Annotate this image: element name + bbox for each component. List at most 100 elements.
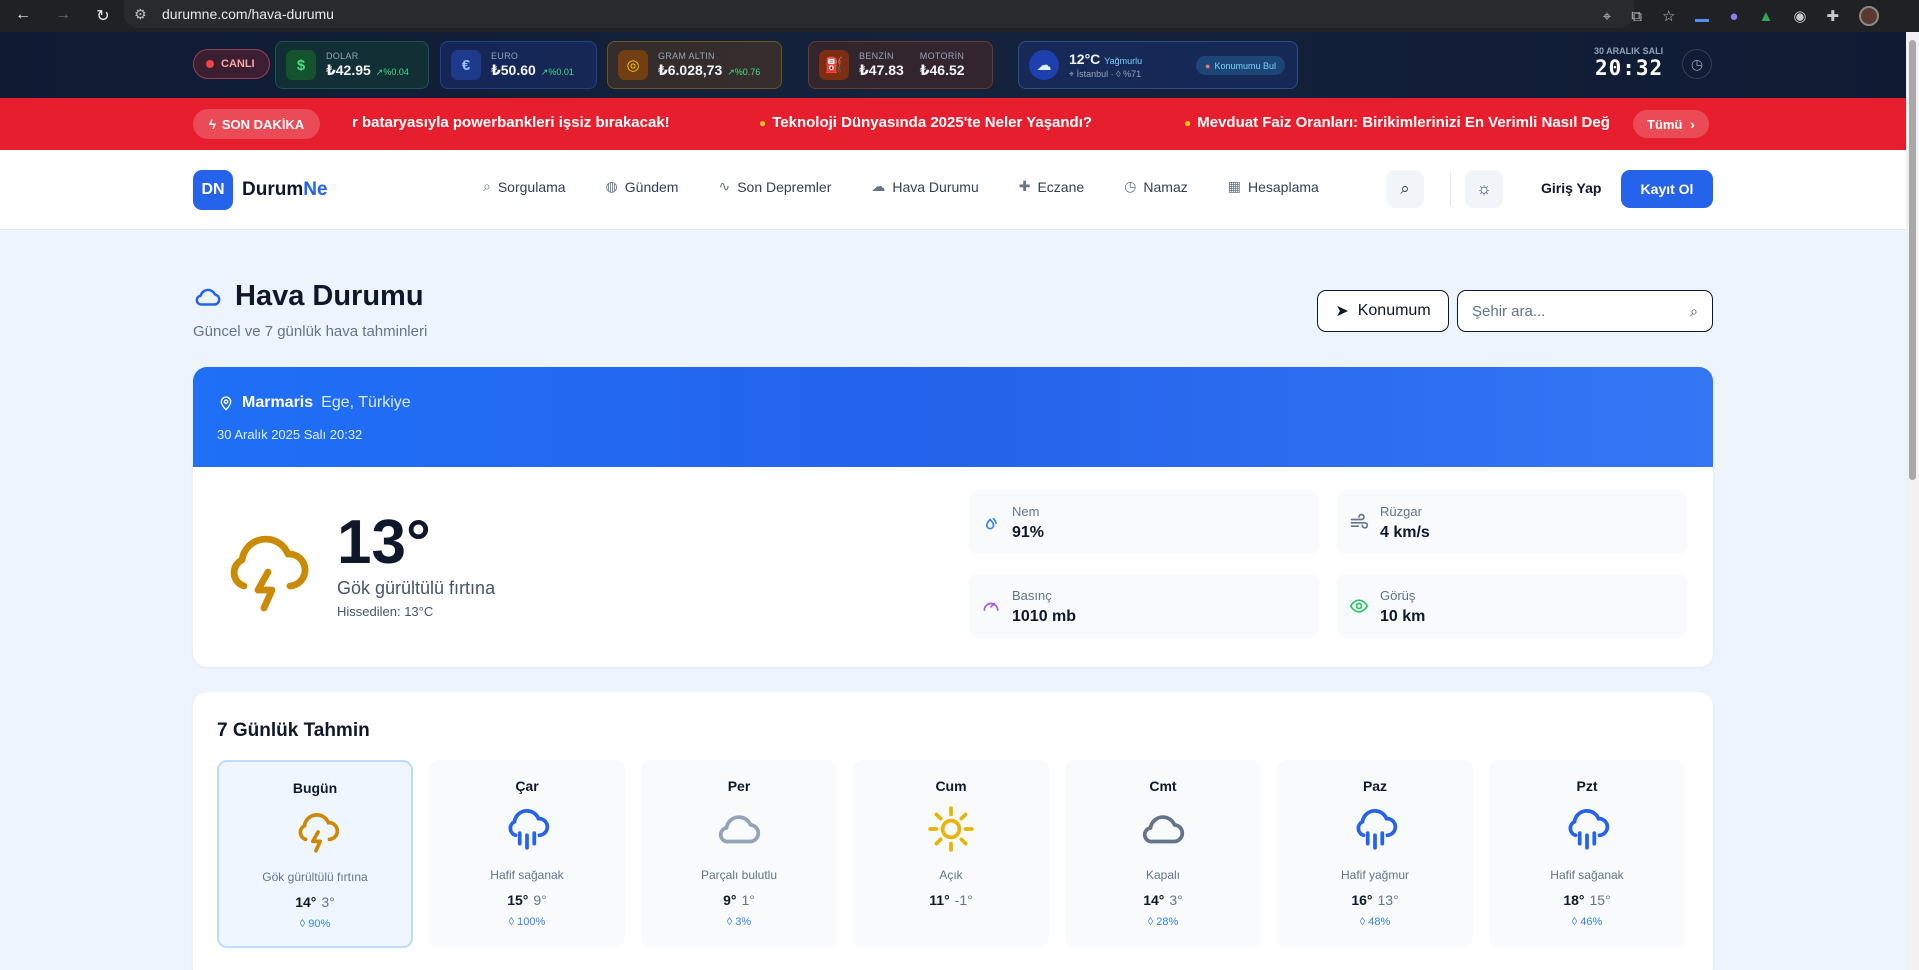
- humidity-value: 91%: [1012, 524, 1045, 541]
- wind-stat: Rüzgar 4 km/s: [1337, 490, 1687, 554]
- locate-me-button[interactable]: ● Konumumu Bul: [1196, 56, 1285, 75]
- mini-temp: 12°C: [1069, 51, 1101, 67]
- dollar-value: ₺42.95: [326, 62, 371, 78]
- forecast-day[interactable]: Çar Hafif sağanak 15° 9° ◊ 100%: [429, 760, 625, 948]
- nav-gundem[interactable]: ◍ Gündem: [606, 178, 679, 195]
- benzin-value: ₺47.83: [859, 62, 904, 78]
- breaking-all-button[interactable]: Tümü ›: [1633, 110, 1709, 138]
- current-datetime: 30 Aralık 2025 Salı 20:32: [217, 427, 363, 442]
- extension-icon[interactable]: [1695, 18, 1710, 22]
- pressure-value: 1010 mb: [1012, 608, 1077, 625]
- profile-avatar[interactable]: [1859, 6, 1879, 26]
- current-condition: Gök gürültülü fırtına: [337, 578, 496, 598]
- current-location: Marmaris Ege, Türkiye: [218, 394, 411, 412]
- scrollbar-thumb[interactable]: [1909, 40, 1916, 480]
- bookmark-star-icon[interactable]: ☆: [1662, 7, 1675, 25]
- forecast-day[interactable]: Pzt Hafif sağanak 18° 15° ◊ 46%: [1489, 760, 1685, 948]
- humidity-stat: Nem 91%: [969, 490, 1319, 554]
- city-search-input[interactable]: [1472, 302, 1691, 320]
- droplets-icon: ◊: [508, 916, 518, 928]
- nav-depremler[interactable]: ∿ Son Depremler: [718, 178, 831, 195]
- droplets-icon: ◊: [1571, 916, 1581, 928]
- cloud-icon: [718, 815, 761, 844]
- page-scrollbar[interactable]: [1906, 32, 1919, 970]
- install-icon[interactable]: ⧉: [1631, 8, 1642, 25]
- pin-icon: ⌖: [1069, 69, 1077, 80]
- nav-namaz[interactable]: ◷ Namaz: [1124, 178, 1188, 195]
- forecast-day[interactable]: Cmt Kapalı 14° 3° ◊ 28%: [1065, 760, 1261, 948]
- euro-change: ↗%0.01: [540, 67, 574, 77]
- weather-mini-card[interactable]: ☁ 12°C Yağmurlu ⌖ İstanbul · ◊ %71 ● Konu…: [1018, 41, 1298, 89]
- locate-me-label: Konumumu Bul: [1214, 60, 1276, 71]
- header-search-button[interactable]: ⌕: [1386, 170, 1424, 208]
- euro-value: ₺50.60: [491, 62, 536, 78]
- droplets-icon: ◊: [1147, 916, 1157, 928]
- site-settings-icon[interactable]: ⚙: [134, 6, 156, 23]
- market-ticker: CANLI $ DOLAR ₺42.95 ↗%0.04 € EURO ₺50.60…: [0, 32, 1906, 98]
- extensions-puzzle-icon[interactable]: ✚: [1826, 7, 1839, 25]
- nav-sorgulama[interactable]: ⌕ Sorgulama: [483, 178, 566, 195]
- eye-icon: [1349, 599, 1369, 613]
- location-icon[interactable]: ⌖: [1603, 8, 1611, 25]
- extension-icon[interactable]: ●: [1729, 8, 1738, 25]
- breaking-item[interactable]: r bataryasıyla powerbankleri işsiz bırak…: [352, 114, 670, 131]
- clock-icon[interactable]: ◷: [1682, 49, 1712, 79]
- extension-icon[interactable]: ▲: [1758, 8, 1773, 25]
- site-logo[interactable]: DN DurumNe: [193, 170, 328, 210]
- location-button[interactable]: ➤ Konumum: [1317, 290, 1449, 332]
- search-icon[interactable]: ⌕: [1690, 303, 1698, 320]
- forecast-day[interactable]: Paz Hafif yağmur 16° 13° ◊ 48%: [1277, 760, 1473, 948]
- globe-icon: ◍: [605, 178, 618, 194]
- feels-like: Hissedilen: 13°C: [337, 604, 434, 619]
- address-bar[interactable]: ⚙ durumne.com/hava-durumu: [124, 0, 1634, 28]
- current-weather-card: Marmaris Ege, Türkiye 30 Aralık 2025 Sal…: [193, 367, 1713, 667]
- euro-icon: €: [451, 50, 481, 80]
- benzin-label: BENZİN: [859, 51, 894, 62]
- dollar-icon: $: [286, 50, 316, 80]
- reload-icon[interactable]: ↻: [94, 6, 112, 26]
- forecast-card: 7 Günlük Tahmin Bugün Gök gürültülü fırt…: [193, 692, 1713, 970]
- login-link[interactable]: Giriş Yap: [1541, 180, 1601, 196]
- breaking-item[interactable]: ● Teknoloji Dünyasında 2025'te Neler Yaşa…: [759, 114, 1092, 131]
- storm-icon: [298, 813, 340, 853]
- nav-hesaplama[interactable]: ▦ Hesaplama: [1228, 178, 1319, 195]
- clock-time: 20:32: [1594, 56, 1664, 80]
- forecast-day[interactable]: Bugün Gök gürültülü fırtına 14° 3° ◊ 90%: [217, 760, 413, 948]
- map-pin-icon: [220, 396, 232, 411]
- droplets-icon: ◊: [299, 918, 309, 930]
- main-nav: ⌕ Sorgulama ◍ Gündem ∿ Son Depremler ☁ Hava …: [483, 178, 1359, 195]
- forecast-day[interactable]: Cum Açık 11° -1°: [853, 760, 1049, 948]
- activity-icon: ∿: [718, 178, 731, 194]
- dollar-card[interactable]: $ DOLAR ₺42.95 ↗%0.04: [275, 41, 429, 89]
- droplets-icon: [985, 517, 997, 530]
- dollar-label: DOLAR: [326, 51, 359, 62]
- breaking-item[interactable]: ● Mevduat Faiz Oranları: Birikimlerinizi …: [1184, 114, 1610, 131]
- theme-toggle-button[interactable]: ☼: [1465, 170, 1503, 208]
- cloud-rain-icon: ☁: [1029, 50, 1059, 80]
- rain-cloud-icon: [508, 809, 550, 850]
- mini-condition: Yağmurlu: [1104, 56, 1143, 66]
- register-button[interactable]: Kayıt Ol: [1621, 170, 1713, 208]
- current-weather-header: Marmaris Ege, Türkiye 30 Aralık 2025 Sal…: [193, 367, 1713, 467]
- page-heading: Hava Durumu: [235, 280, 424, 312]
- euro-card[interactable]: € EURO ₺50.60 ↗%0.01: [440, 41, 597, 89]
- sun-icon: ☼: [1476, 179, 1492, 198]
- forecast-day[interactable]: Per Parçalı bulutlu 9° 1° ◊ 3%: [641, 760, 837, 948]
- back-icon[interactable]: ←: [14, 6, 32, 26]
- nav-hava-durumu[interactable]: ☁ Hava Durumu: [871, 178, 978, 195]
- forward-icon[interactable]: →: [54, 6, 72, 26]
- pressure-stat: Basınç 1010 mb: [969, 574, 1319, 638]
- wind-value: 4 km/s: [1380, 524, 1430, 541]
- dollar-change: ↗%0.04: [375, 67, 409, 77]
- mini-humidity: %71: [1123, 69, 1142, 80]
- nav-eczane[interactable]: ✚ Eczane: [1019, 178, 1084, 195]
- city-search: ⌕: [1457, 290, 1713, 332]
- extension-icon[interactable]: ◉: [1793, 7, 1806, 25]
- site-header: DN DurumNe ⌕ Sorgulama ◍ Gündem ∿ Son Depre…: [0, 150, 1906, 230]
- cross-icon: ✚: [1018, 178, 1031, 194]
- cloud-icon: [195, 288, 221, 306]
- gold-value: ₺6.028,73: [658, 62, 723, 78]
- cloud-icon: [1142, 815, 1185, 844]
- fuel-card[interactable]: ⛽ BENZİN ₺47.83 MOTORİN ₺46.52: [808, 41, 993, 89]
- gold-card[interactable]: ◎ GRAM ALTIN ₺6.028,73 ↗%0.76: [607, 41, 782, 89]
